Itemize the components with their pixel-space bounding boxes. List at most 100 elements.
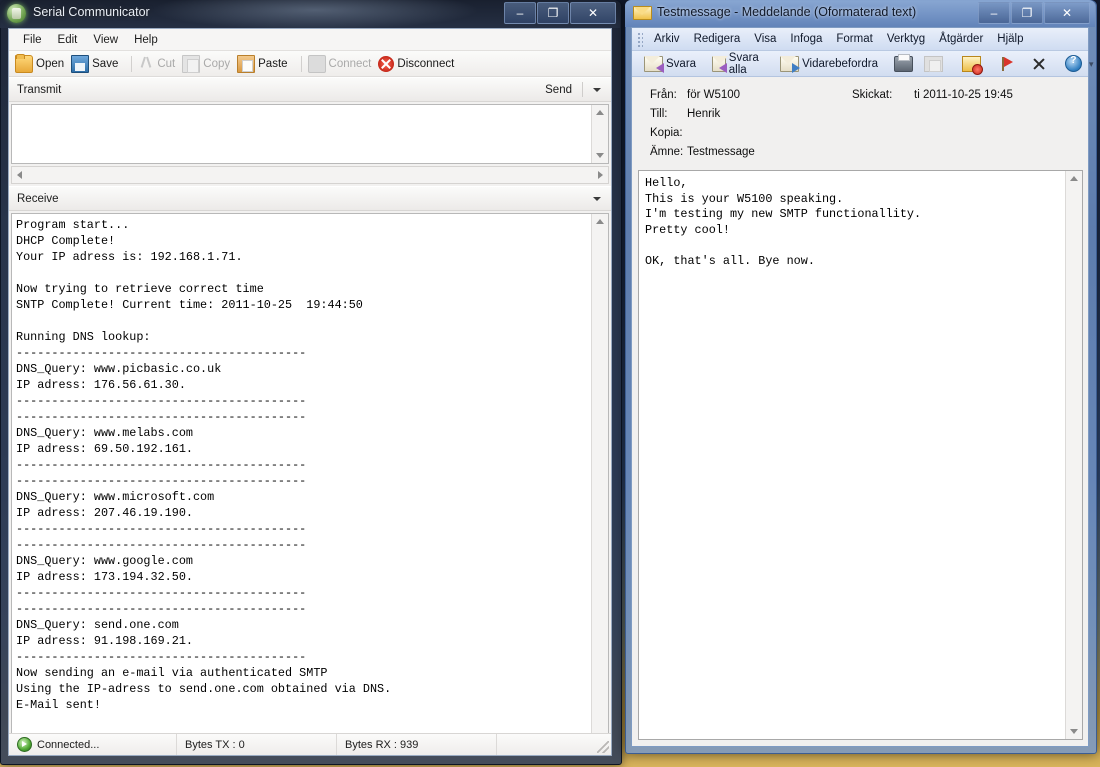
resize-grip-icon[interactable] [597, 741, 609, 753]
menu-item-file[interactable]: File [15, 32, 50, 48]
receive-title: Receive [17, 193, 59, 205]
serial-menubar[interactable]: File Edit View Help [9, 29, 611, 51]
serial-titlebar[interactable]: Serial Communicator – ❐ ✕ [0, 0, 620, 28]
header-row-subject: Ämne: Testmessage [632, 143, 1088, 162]
status-connection-text: Connected... [37, 739, 99, 751]
reply-all-button[interactable]: Svara alla [708, 51, 768, 77]
toolbar-open-button[interactable]: Open [15, 55, 64, 73]
receive-chevron-down-icon[interactable] [593, 197, 601, 201]
chevron-down-icon[interactable] [593, 88, 601, 92]
mail-minimize-icon: – [979, 3, 1009, 23]
serial-toolbar[interactable]: Open Save Cut Copy Paste Connec [9, 51, 611, 77]
header-row-to: Till: Henrik [632, 105, 1088, 124]
receive-vertical-scrollbar[interactable] [591, 214, 608, 754]
toolbar-copy-button[interactable]: Copy [182, 55, 230, 73]
print-button[interactable] [890, 55, 920, 73]
transmit-input[interactable] [12, 105, 591, 163]
receive-output[interactable]: Program start... DHCP Complete! Your IP … [12, 214, 591, 754]
toolbar-separator-1 [131, 56, 132, 72]
menu-item-hjalp[interactable]: Hjälp [990, 31, 1030, 47]
scroll-down-icon[interactable] [596, 153, 604, 158]
transmit-textarea-wrap[interactable] [11, 104, 609, 164]
transmit-panel-header: Transmit Send [9, 77, 611, 102]
receive-textarea-wrap[interactable]: Program start... DHCP Complete! Your IP … [11, 213, 609, 755]
status-bytes-tx: Bytes TX : 0 [177, 734, 337, 755]
print-icon [894, 56, 913, 72]
serial-window-controls[interactable]: – ❐ ✕ [503, 2, 616, 24]
cc-value [687, 124, 852, 143]
flag-button[interactable] [996, 56, 1020, 72]
receive-scroll-up-icon[interactable] [596, 219, 604, 224]
cc-label: Kopia: [632, 124, 687, 143]
mail-scroll-down-icon[interactable] [1070, 729, 1078, 734]
toolbar-disconnect-button[interactable]: Disconnect [378, 56, 454, 72]
mail-window-controls[interactable]: – ❐ ✕ [977, 2, 1090, 24]
mail-body-box[interactable]: Hello, This is your W5100 speaking. I'm … [638, 170, 1083, 740]
clipboard-paste-icon [237, 55, 255, 73]
close-button[interactable]: ✕ [570, 2, 616, 24]
toolbar-cut-button[interactable]: Cut [138, 56, 175, 72]
serial-communicator-window[interactable]: Serial Communicator – ❐ ✕ File Edit View… [0, 0, 620, 763]
reply-all-icon [712, 56, 726, 72]
transmit-title: Transmit [17, 84, 61, 96]
block-sender-button[interactable] [958, 55, 988, 73]
outlook-message-window[interactable]: Testmessage - Meddelande (Oformaterad te… [625, 0, 1095, 752]
sent-label: Skickat: [852, 86, 914, 105]
mail-scroll-up-icon[interactable] [1070, 176, 1078, 181]
mail-body-text[interactable]: Hello, This is your W5100 speaking. I'm … [639, 171, 1065, 274]
minimize-button[interactable]: – [504, 2, 536, 24]
transmit-horizontal-scrollbar[interactable] [11, 166, 609, 184]
menu-item-infoga[interactable]: Infoga [783, 31, 829, 47]
delete-button[interactable] [1028, 56, 1053, 72]
menu-item-edit[interactable]: Edit [50, 32, 86, 48]
minimize-icon: – [505, 3, 535, 23]
menu-item-verktyg[interactable]: Verktyg [880, 31, 932, 47]
toolbar-save-button[interactable]: Save [71, 55, 118, 73]
subject-value: Testmessage [687, 143, 852, 162]
from-label: Från: [632, 86, 687, 105]
menu-item-help[interactable]: Help [126, 32, 166, 48]
status-bytes-rx: Bytes RX : 939 [337, 734, 497, 755]
mail-copy-button[interactable] [920, 55, 950, 73]
menu-item-redigera[interactable]: Redigera [687, 31, 748, 47]
mail-minimize-button[interactable]: – [978, 2, 1010, 24]
menu-item-arkiv[interactable]: Arkiv [647, 31, 687, 47]
menu-item-format[interactable]: Format [829, 31, 879, 47]
mail-maximize-button[interactable]: ❐ [1011, 2, 1043, 24]
toolbar-connect-button[interactable]: Connect [308, 55, 372, 73]
toolbar-overflow-button[interactable]: ▾ [1089, 60, 1096, 68]
maximize-button[interactable]: ❐ [537, 2, 569, 24]
reply-button[interactable]: Svara [640, 55, 700, 73]
copy-icon [924, 56, 943, 72]
mail-toolbar[interactable]: Svara Svara alla Vidarebefordra [632, 51, 1088, 77]
to-value: Henrik [687, 105, 852, 124]
green-connected-icon [17, 737, 32, 752]
mail-client-area: Arkiv Redigera Visa Infoga Format Verkty… [631, 27, 1089, 747]
reply-icon [644, 56, 663, 72]
mail-menubar[interactable]: Arkiv Redigera Visa Infoga Format Verkty… [632, 28, 1088, 51]
menu-item-view[interactable]: View [85, 32, 126, 48]
toolbar-save-label: Save [92, 58, 118, 70]
mail-body-scrollbar[interactable] [1065, 171, 1082, 739]
scroll-up-icon[interactable] [596, 110, 604, 115]
mail-close-icon: ✕ [1045, 3, 1089, 23]
forward-button[interactable]: Vidarebefordra [776, 55, 882, 73]
delete-x-icon [1032, 57, 1046, 71]
serial-app-icon [7, 4, 26, 23]
transmit-vertical-scrollbar[interactable] [591, 105, 608, 163]
menu-item-visa[interactable]: Visa [747, 31, 783, 47]
scroll-right-icon[interactable] [598, 171, 603, 179]
header-row-cc: Kopia: [632, 124, 1088, 143]
scroll-left-icon[interactable] [17, 171, 22, 179]
toolbar-paste-button[interactable]: Paste [237, 55, 287, 73]
mail-titlebar[interactable]: Testmessage - Meddelande (Oformaterad te… [625, 0, 1095, 27]
menu-item-atgarder[interactable]: Åtgärder [932, 31, 990, 47]
menu-grip-icon[interactable] [636, 31, 643, 47]
toolbar-disconnect-label: Disconnect [397, 58, 454, 70]
serial-statusbar: Connected... Bytes TX : 0 Bytes RX : 939 [9, 733, 611, 755]
send-button[interactable]: Send [539, 84, 578, 96]
header-row-from: Från: för W5100 Skickat: ti 2011-10-25 1… [632, 86, 1088, 105]
mail-close-button[interactable]: ✕ [1044, 2, 1090, 24]
help-button[interactable] [1061, 54, 1089, 73]
block-sender-icon [962, 56, 981, 72]
